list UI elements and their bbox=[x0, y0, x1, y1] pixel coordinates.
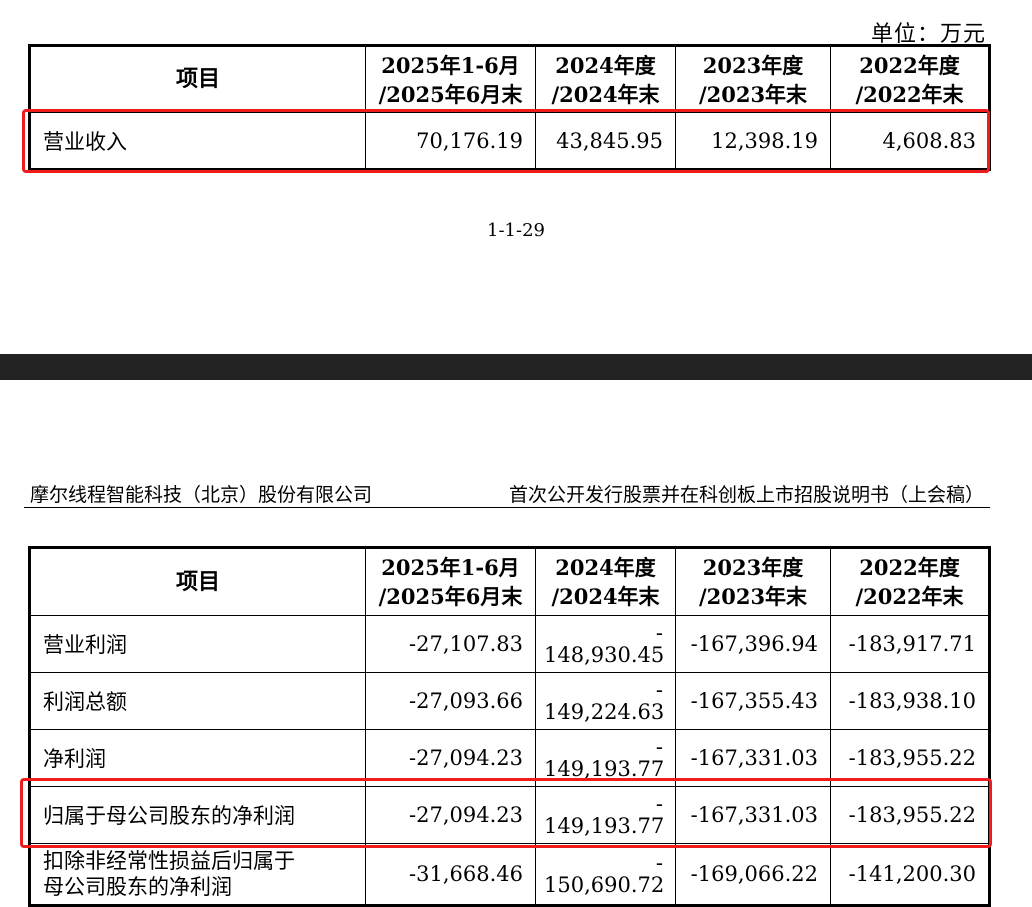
table-header-row: 项目 2025年1-6月/2025年6月末 2024年度/2024年末 2023… bbox=[29, 547, 990, 616]
profit-table: 项目 2025年1-6月/2025年6月末 2024年度/2024年末 2023… bbox=[28, 546, 991, 907]
highlight-box-net-profit-parent bbox=[20, 778, 992, 848]
header-item: 项目 bbox=[29, 547, 366, 616]
table-row-total-profit: 利润总额 -27,093.66 -149,224.63 -167,355.43 … bbox=[29, 672, 990, 730]
document-title: 首次公开发行股票并在科创板上市招股说明书（上会稿） bbox=[508, 484, 984, 506]
table-header-row: 项目 2025年1-6月/2025年6月末 2024年度/2024年末 2023… bbox=[29, 45, 990, 113]
header-item: 项目 bbox=[29, 45, 366, 113]
table-row-operating-profit: 营业利润 -27,107.83 -148,930.45 -167,396.94 … bbox=[29, 615, 990, 673]
cell-2023: -167,355.43 bbox=[675, 672, 831, 730]
cell-2025h1: -31,668.46 bbox=[365, 843, 536, 906]
company-name: 摩尔线程智能科技（北京）股份有限公司 bbox=[30, 484, 373, 506]
header-2024: 2024年度/2024年末 bbox=[535, 547, 676, 616]
cell-2022: -141,200.30 bbox=[830, 843, 990, 906]
cell-2023: -167,396.94 bbox=[675, 615, 831, 673]
cell-2023: -169,066.22 bbox=[675, 843, 831, 906]
table-row-net-profit-parent-excl-nonrecurring: 扣除非经常性损益后归属于 母公司股东的净利润 -31,668.46 -150,69… bbox=[29, 843, 990, 906]
header-2024: 2024年度/2024年末 bbox=[535, 45, 676, 113]
page-divider bbox=[0, 354, 1032, 380]
row-label: 扣除非经常性损益后归属于 母公司股东的净利润 bbox=[29, 843, 366, 906]
cell-2025h1: -27,093.66 bbox=[365, 672, 536, 730]
cell-2022: -183,917.71 bbox=[830, 615, 990, 673]
cell-2024: -150,690.72 bbox=[535, 843, 676, 906]
row-label: 利润总额 bbox=[29, 672, 366, 730]
header-2022: 2022年度/2022年末 bbox=[830, 547, 990, 616]
cell-2025h1: -27,107.83 bbox=[365, 615, 536, 673]
cell-2022: -183,938.10 bbox=[830, 672, 990, 730]
header-2023: 2023年度/2023年末 bbox=[675, 547, 831, 616]
header-2025h1: 2025年1-6月/2025年6月末 bbox=[365, 547, 536, 616]
header-2025h1: 2025年1-6月/2025年6月末 bbox=[365, 45, 536, 113]
page-number: 1-1-29 bbox=[487, 220, 545, 241]
cell-2024: -148,930.45 bbox=[535, 615, 676, 673]
cell-2024: -149,224.63 bbox=[535, 672, 676, 730]
header-2023: 2023年度/2023年末 bbox=[675, 45, 831, 113]
header-2022: 2022年度/2022年末 bbox=[830, 45, 990, 113]
row-label: 营业利润 bbox=[29, 615, 366, 673]
header-rule bbox=[24, 507, 990, 508]
highlight-box-revenue bbox=[22, 109, 990, 173]
